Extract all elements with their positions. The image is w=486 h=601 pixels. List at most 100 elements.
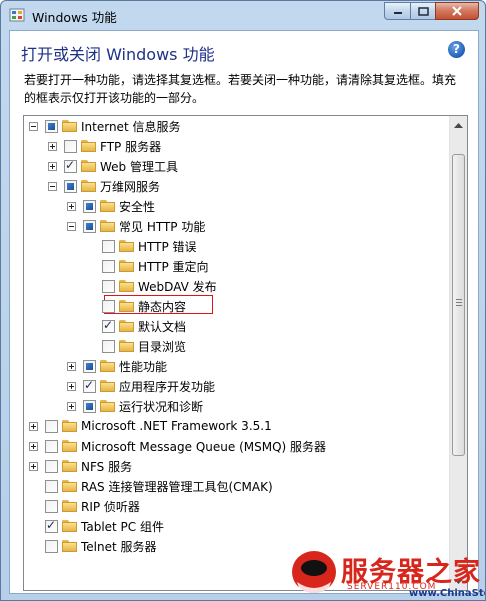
folder-icon bbox=[119, 300, 134, 312]
feature-checkbox[interactable] bbox=[45, 439, 58, 453]
feature-checkbox[interactable] bbox=[45, 539, 58, 553]
scroll-up-icon bbox=[454, 122, 463, 128]
folder-icon bbox=[100, 220, 115, 232]
maximize-button[interactable] bbox=[410, 2, 435, 20]
tree-item[interactable]: 常见 HTTP 功能 bbox=[67, 216, 205, 236]
tree-item[interactable]: 万维网服务 bbox=[48, 176, 160, 196]
tree-item[interactable]: Tablet PC 组件 bbox=[29, 516, 164, 536]
expand-icon[interactable] bbox=[48, 161, 57, 171]
feature-checkbox[interactable] bbox=[64, 139, 77, 153]
tree-item[interactable]: 应用程序开发功能 bbox=[67, 376, 215, 396]
tree-item-label: RAS 连接管理器管理工具包(CMAK) bbox=[81, 479, 273, 494]
feature-checkbox[interactable] bbox=[45, 119, 58, 133]
grip-line bbox=[456, 302, 462, 303]
tree-item[interactable]: FTP 服务器 bbox=[48, 136, 161, 156]
windows-features-dialog: Windows 功能 打开或关闭 Windows 功能 ? 若要打开一种功能，请… bbox=[0, 0, 486, 601]
collapse-icon[interactable] bbox=[48, 181, 57, 191]
tree-item[interactable]: Telnet 服务器 bbox=[29, 536, 157, 556]
tree-item[interactable]: 安全性 bbox=[67, 196, 155, 216]
tree-item-label: HTTP 重定向 bbox=[138, 259, 209, 274]
tree-item-label: 万维网服务 bbox=[100, 179, 161, 194]
tree-item[interactable]: Microsoft .NET Framework 3.5.1 bbox=[29, 416, 272, 436]
tree-item[interactable]: Web 管理工具 bbox=[48, 156, 178, 176]
folder-icon bbox=[62, 500, 77, 512]
expand-icon[interactable] bbox=[67, 201, 76, 211]
tree-item[interactable]: RIP 侦听器 bbox=[29, 496, 140, 516]
folder-icon bbox=[100, 400, 115, 412]
feature-checkbox[interactable] bbox=[83, 199, 96, 213]
folder-icon bbox=[100, 200, 115, 212]
tree-item-label: Microsoft Message Queue (MSMQ) 服务器 bbox=[81, 439, 327, 454]
tree-item[interactable]: HTTP 重定向 bbox=[86, 256, 209, 276]
folder-icon bbox=[62, 420, 77, 432]
tree-item[interactable]: Microsoft Message Queue (MSMQ) 服务器 bbox=[29, 436, 326, 456]
tree-item-label: Microsoft .NET Framework 3.5.1 bbox=[81, 419, 272, 433]
feature-checkbox[interactable] bbox=[83, 399, 96, 413]
feature-checkbox[interactable] bbox=[102, 279, 115, 293]
tree-item-label: FTP 服务器 bbox=[100, 139, 162, 154]
feature-checkbox[interactable] bbox=[45, 459, 58, 473]
title-bar[interactable]: Windows 功能 bbox=[1, 1, 485, 29]
expand-icon[interactable] bbox=[67, 361, 76, 371]
tree-item-label: 安全性 bbox=[119, 199, 156, 214]
vertical-scrollbar[interactable] bbox=[449, 116, 467, 590]
feature-checkbox[interactable] bbox=[83, 219, 96, 233]
feature-checkbox[interactable] bbox=[45, 499, 58, 513]
tree-item[interactable]: 静态内容 bbox=[86, 296, 186, 316]
folder-icon bbox=[62, 480, 77, 492]
feature-checkbox[interactable] bbox=[102, 339, 115, 353]
grip-line bbox=[456, 305, 462, 306]
tree-item-label: 静态内容 bbox=[138, 299, 187, 314]
feature-checkbox[interactable] bbox=[83, 378, 96, 393]
expand-icon[interactable] bbox=[67, 401, 76, 411]
scroll-thumb[interactable] bbox=[452, 154, 465, 456]
tree-item-label: 常见 HTTP 功能 bbox=[119, 219, 206, 234]
tree-item-label: NFS 服务 bbox=[81, 459, 133, 474]
maximize-icon bbox=[417, 6, 429, 16]
expand-icon[interactable] bbox=[29, 441, 38, 451]
feature-checkbox[interactable] bbox=[102, 318, 115, 333]
feature-checkbox[interactable] bbox=[102, 259, 115, 273]
folder-icon bbox=[62, 440, 77, 452]
folder-icon bbox=[119, 320, 134, 332]
folder-icon bbox=[119, 280, 134, 292]
expand-icon[interactable] bbox=[67, 381, 76, 391]
tree-item-label: Tablet PC 组件 bbox=[81, 519, 164, 534]
collapse-icon[interactable] bbox=[29, 121, 38, 131]
feature-checkbox[interactable] bbox=[83, 359, 96, 373]
help-icon[interactable]: ? bbox=[448, 41, 465, 58]
feature-checkbox[interactable] bbox=[45, 419, 58, 433]
feature-checkbox[interactable] bbox=[45, 518, 58, 533]
expand-icon[interactable] bbox=[48, 141, 57, 151]
expand-icon[interactable] bbox=[29, 421, 38, 431]
tree-item[interactable]: Internet 信息服务 bbox=[29, 116, 180, 136]
collapse-icon[interactable] bbox=[67, 221, 76, 231]
tree-item[interactable]: 性能功能 bbox=[67, 356, 167, 376]
folder-icon bbox=[100, 360, 115, 372]
dialog-content: 打开或关闭 Windows 功能 ? 若要打开一种功能，请选择其复选框。若要关闭… bbox=[9, 30, 479, 594]
tree-item[interactable]: WebDAV 发布 bbox=[86, 276, 217, 296]
minimize-icon bbox=[393, 12, 402, 14]
minimize-button[interactable] bbox=[384, 2, 410, 20]
watermark: 服务器之家 SERVER110.COM www.ChinaStor.com bbox=[289, 546, 485, 600]
expand-icon[interactable] bbox=[29, 461, 38, 471]
feature-checkbox[interactable] bbox=[64, 158, 77, 173]
tree-item-label: 默认文档 bbox=[138, 319, 187, 334]
feature-checkbox[interactable] bbox=[102, 239, 115, 253]
tree-item[interactable]: RAS 连接管理器管理工具包(CMAK) bbox=[29, 476, 273, 496]
features-tree[interactable]: Internet 信息服务 FTP 服务器 Web 管理工具万维网服务安全性常见 H… bbox=[23, 115, 468, 591]
feature-checkbox[interactable] bbox=[64, 179, 77, 193]
folder-icon bbox=[62, 540, 77, 552]
tree-item[interactable]: HTTP 错误 bbox=[86, 236, 197, 256]
close-button[interactable] bbox=[435, 2, 479, 20]
tree-item[interactable]: NFS 服务 bbox=[29, 456, 132, 476]
tree-item-label: HTTP 错误 bbox=[138, 239, 197, 254]
scroll-up-button[interactable] bbox=[450, 116, 467, 133]
feature-checkbox[interactable] bbox=[45, 479, 58, 493]
feature-checkbox[interactable] bbox=[102, 299, 115, 313]
tree-item[interactable]: 目录浏览 bbox=[86, 336, 186, 356]
tree-item-label: RIP 侦听器 bbox=[81, 499, 140, 514]
tree-item[interactable]: 运行状况和诊断 bbox=[67, 396, 203, 416]
tree-item-label: WebDAV 发布 bbox=[138, 279, 217, 294]
tree-item[interactable]: 默认文档 bbox=[86, 316, 186, 336]
